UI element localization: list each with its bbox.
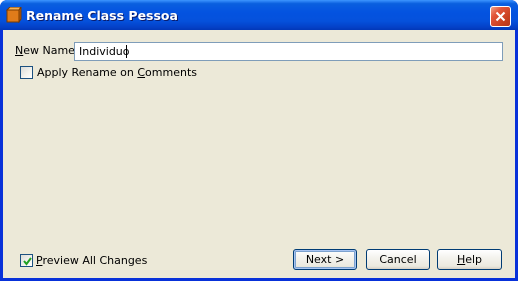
preview-all-changes-checkbox[interactable] bbox=[20, 254, 33, 267]
apply-rename-comments-label[interactable]: Apply Rename on Comments bbox=[37, 66, 197, 79]
cancel-button[interactable]: Cancel bbox=[366, 249, 430, 270]
close-icon bbox=[495, 11, 506, 22]
dialog-body: New Name: Apply Rename on Comments Previ… bbox=[3, 30, 515, 278]
text-caret bbox=[126, 45, 127, 58]
next-button[interactable]: Next > bbox=[293, 249, 357, 270]
preview-all-changes-label[interactable]: Preview All Changes bbox=[36, 254, 147, 267]
window-title: Rename Class Pessoa bbox=[26, 8, 178, 23]
rename-dialog-window: Rename Class Pessoa New Name: Apply Rena… bbox=[0, 0, 518, 281]
new-name-input[interactable] bbox=[74, 42, 503, 61]
close-button[interactable] bbox=[490, 6, 511, 27]
checkmark-icon bbox=[23, 257, 32, 266]
new-name-label: New Name: bbox=[15, 44, 79, 57]
title-bar[interactable]: Rename Class Pessoa bbox=[0, 0, 518, 30]
help-button[interactable]: Help bbox=[437, 249, 502, 270]
class-icon bbox=[5, 5, 22, 24]
apply-rename-comments-checkbox[interactable] bbox=[20, 66, 33, 79]
